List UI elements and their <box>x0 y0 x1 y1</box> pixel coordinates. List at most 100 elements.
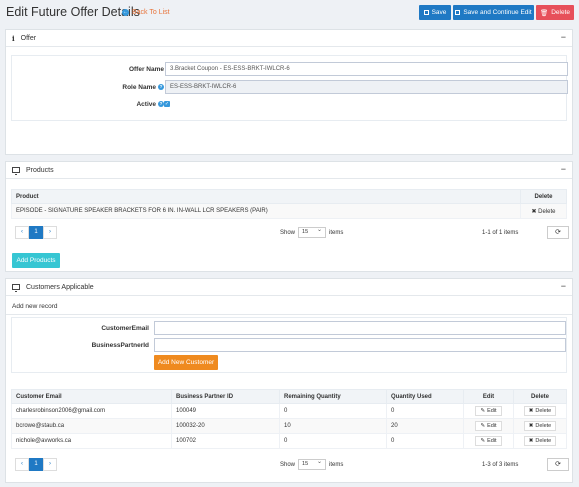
delete-label: Delete <box>551 9 571 16</box>
add-new-record-heading: Add new record <box>12 303 58 310</box>
column-header-product[interactable]: Product <box>11 189 521 204</box>
save-icon <box>455 10 461 15</box>
x-icon: ✖ <box>528 408 534 414</box>
email-cell: bcrowe@staub.ca <box>11 418 172 434</box>
save-icon <box>423 10 429 15</box>
save-continue-label: Save and Continue Edit <box>463 9 532 16</box>
refresh-icon[interactable]: ⟳ <box>547 226 569 239</box>
delete-row-button[interactable]: ✖ Delete <box>523 436 557 446</box>
save-and-continue-button[interactable]: Save and Continue Edit <box>453 5 534 20</box>
used-cell: 0 <box>386 403 464 419</box>
remaining-cell: 0 <box>279 403 387 419</box>
column-header-edit: Edit <box>463 389 514 404</box>
page-size-control: Show 15 items <box>280 226 344 238</box>
products-table: Product Delete EPISODE - SIGNATURE SPEAK… <box>11 189 567 219</box>
partner-cell: 100049 <box>171 403 280 419</box>
page-size-select[interactable]: 15 <box>298 458 327 470</box>
show-label: Show <box>280 461 296 468</box>
customer-email-label: CustomerEmail <box>101 325 149 332</box>
page-header: Edit Future Offer Details ← Back To List… <box>0 0 579 26</box>
arrow-left-icon: ← <box>122 9 129 16</box>
customers-panel-header: Customers Applicable <box>6 279 572 296</box>
column-header-delete: Delete <box>520 189 567 204</box>
email-cell: charlesrobinson2006@gmail.com <box>11 403 172 419</box>
add-customer-form: CustomerEmail BusinessPartnerId Add New … <box>11 317 567 373</box>
x-icon: ✖ <box>528 423 534 429</box>
column-header-delete: Delete <box>513 389 567 404</box>
prev-page-button[interactable]: ‹ <box>15 458 29 471</box>
delete-cell: ✖ Delete <box>513 433 567 449</box>
pencil-icon: ✎ <box>480 438 486 444</box>
delete-cell: ✖ Delete <box>513 403 567 419</box>
column-header-customer-email[interactable]: Customer Email <box>11 389 172 404</box>
page-1-button[interactable]: 1 <box>29 226 43 239</box>
collapse-offer-icon[interactable]: − <box>561 32 566 42</box>
column-header-remaining-quantity[interactable]: Remaining Quantity <box>279 389 387 404</box>
divider <box>6 314 572 315</box>
role-name-input: ES-ESS-BRKT-IWLCR-6 <box>165 80 568 94</box>
business-partner-input[interactable] <box>154 338 566 352</box>
refresh-icon[interactable]: ⟳ <box>547 458 569 471</box>
help-icon[interactable]: ? <box>158 84 164 91</box>
save-button[interactable]: Save <box>419 5 451 20</box>
collapse-products-icon[interactable]: − <box>561 164 566 174</box>
column-header-quantity-used[interactable]: Quantity Used <box>386 389 464 404</box>
add-new-customer-button[interactable]: Add New Customer <box>154 355 218 370</box>
monitor-icon <box>12 167 20 175</box>
table-row: nichole@avworks.ca 100702 0 0 ✎ Edit ✖ Del… <box>11 433 567 449</box>
next-page-button[interactable]: › <box>43 458 57 471</box>
delete-cell: ✖ Delete <box>513 418 567 434</box>
offer-panel-header: i Offer <box>6 30 572 47</box>
delete-row-button[interactable]: ✖ Delete <box>523 406 557 416</box>
next-page-button[interactable]: › <box>43 226 57 239</box>
partner-cell: 100702 <box>171 433 280 449</box>
products-panel-title: Products <box>26 166 54 174</box>
table-row: EPISODE - SIGNATURE SPEAKER BRACKETS FOR… <box>11 203 567 219</box>
customers-panel: Customers Applicable − Add new record Cu… <box>5 278 573 483</box>
back-to-list-link[interactable]: ← Back To List <box>122 9 170 16</box>
delete-button[interactable]: 🗑 Delete <box>536 5 574 20</box>
back-to-list-label: Back To List <box>132 9 170 16</box>
products-panel: Products − Product Delete EPISODE - SIGN… <box>5 161 573 272</box>
page-size-select[interactable]: 15 <box>298 226 327 238</box>
prev-page-button[interactable]: ‹ <box>15 226 29 239</box>
customer-email-input[interactable] <box>154 321 566 335</box>
page-1-button[interactable]: 1 <box>29 458 43 471</box>
items-label: items <box>329 229 344 236</box>
add-products-button[interactable]: Add Products <box>12 253 60 268</box>
role-name-label: Role Name? <box>122 84 164 91</box>
page-title: Edit Future Offer Details <box>6 5 140 19</box>
used-cell: 0 <box>386 433 464 449</box>
partner-cell: 100032-20 <box>171 418 280 434</box>
active-checkbox[interactable]: ✓ <box>164 101 170 107</box>
edit-cell: ✎ Edit <box>463 403 514 419</box>
page-size-control: Show 15 items <box>280 458 344 470</box>
delete-row-button[interactable]: ✖ Delete <box>523 421 557 431</box>
collapse-customers-icon[interactable]: − <box>561 281 566 291</box>
products-count: 1-1 of 1 items <box>482 230 519 236</box>
edit-cell: ✎ Edit <box>463 418 514 434</box>
column-header-business-partner-id[interactable]: Business Partner ID <box>171 389 280 404</box>
table-header-row: Product Delete <box>11 189 567 204</box>
offer-name-input[interactable]: 3.Bracket Coupon - ES-ESS-BRKT-IWLCR-6 <box>165 62 568 76</box>
products-panel-header: Products <box>6 162 572 179</box>
offer-panel-title: Offer <box>20 34 37 42</box>
offer-form: Offer Name 3.Bracket Coupon - ES-ESS-BRK… <box>11 55 568 121</box>
customers-panel-title: Customers Applicable <box>26 283 94 291</box>
edit-cell: ✎ Edit <box>463 433 514 449</box>
delete-row-button[interactable]: ✖ Delete <box>520 203 567 219</box>
customers-count: 1-3 of 3 items <box>482 462 519 468</box>
items-label: items <box>329 461 344 468</box>
remaining-cell: 10 <box>279 418 387 434</box>
edit-row-button[interactable]: ✎ Edit <box>475 421 502 431</box>
pencil-icon: ✎ <box>480 423 486 429</box>
customers-pager: ‹ 1 › <box>15 458 57 471</box>
trash-icon: 🗑 <box>539 9 549 17</box>
info-icon: i <box>12 33 15 43</box>
monitor-icon <box>12 284 20 292</box>
customers-table: Customer Email Business Partner ID Remai… <box>11 389 567 449</box>
edit-row-button[interactable]: ✎ Edit <box>475 406 502 416</box>
edit-row-button[interactable]: ✎ Edit <box>475 436 502 446</box>
table-row: charlesrobinson2006@gmail.com 100049 0 0… <box>11 403 567 419</box>
pencil-icon: ✎ <box>480 408 486 414</box>
